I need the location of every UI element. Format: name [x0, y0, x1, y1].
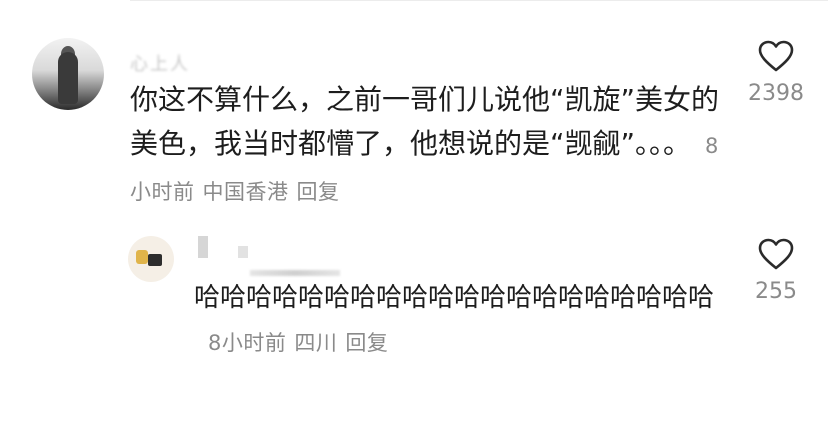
reply-username[interactable] — [194, 234, 254, 260]
comment-text[interactable]: 你这不算什么，之前一哥们儿说他“凯旋”美女的美色，我当时都懵了，他想说的是“觊觎… — [130, 78, 720, 214]
like-count: 2398 — [748, 81, 804, 106]
comment-location: 中国香港 — [202, 180, 289, 204]
heart-outline-icon — [758, 40, 794, 72]
like-button[interactable]: 255 — [736, 238, 816, 304]
avatar-figure-body — [58, 52, 78, 104]
top-divider — [130, 0, 828, 1]
reply-time: 8小时前 — [208, 331, 287, 355]
like-count: 255 — [755, 279, 797, 304]
reply-body: 哈哈哈哈哈哈哈哈哈哈哈哈哈哈哈哈哈哈哈哈 — [194, 283, 715, 313]
heart-outline-icon — [758, 238, 794, 270]
like-button[interactable]: 2398 — [736, 40, 816, 106]
reply-location: 四川 — [294, 331, 338, 355]
reply-button[interactable]: 回复 — [345, 331, 388, 355]
avatar-shape — [148, 254, 162, 266]
comment-username[interactable]: 心上人 — [130, 50, 190, 76]
avatar-shape — [136, 250, 148, 264]
reply-button[interactable]: 回复 — [297, 180, 340, 204]
reply-meta: 8小时前 四川 回复 — [208, 331, 396, 355]
avatar[interactable] — [32, 38, 104, 110]
reply-text[interactable]: 哈哈哈哈哈哈哈哈哈哈哈哈哈哈哈哈哈哈哈哈 8小时前 四川 回复 — [194, 276, 724, 365]
comment-body: 你这不算什么，之前一哥们儿说他“凯旋”美女的美色，我当时都懵了，他想说的是“觊觎… — [130, 83, 720, 160]
avatar[interactable] — [128, 236, 174, 282]
